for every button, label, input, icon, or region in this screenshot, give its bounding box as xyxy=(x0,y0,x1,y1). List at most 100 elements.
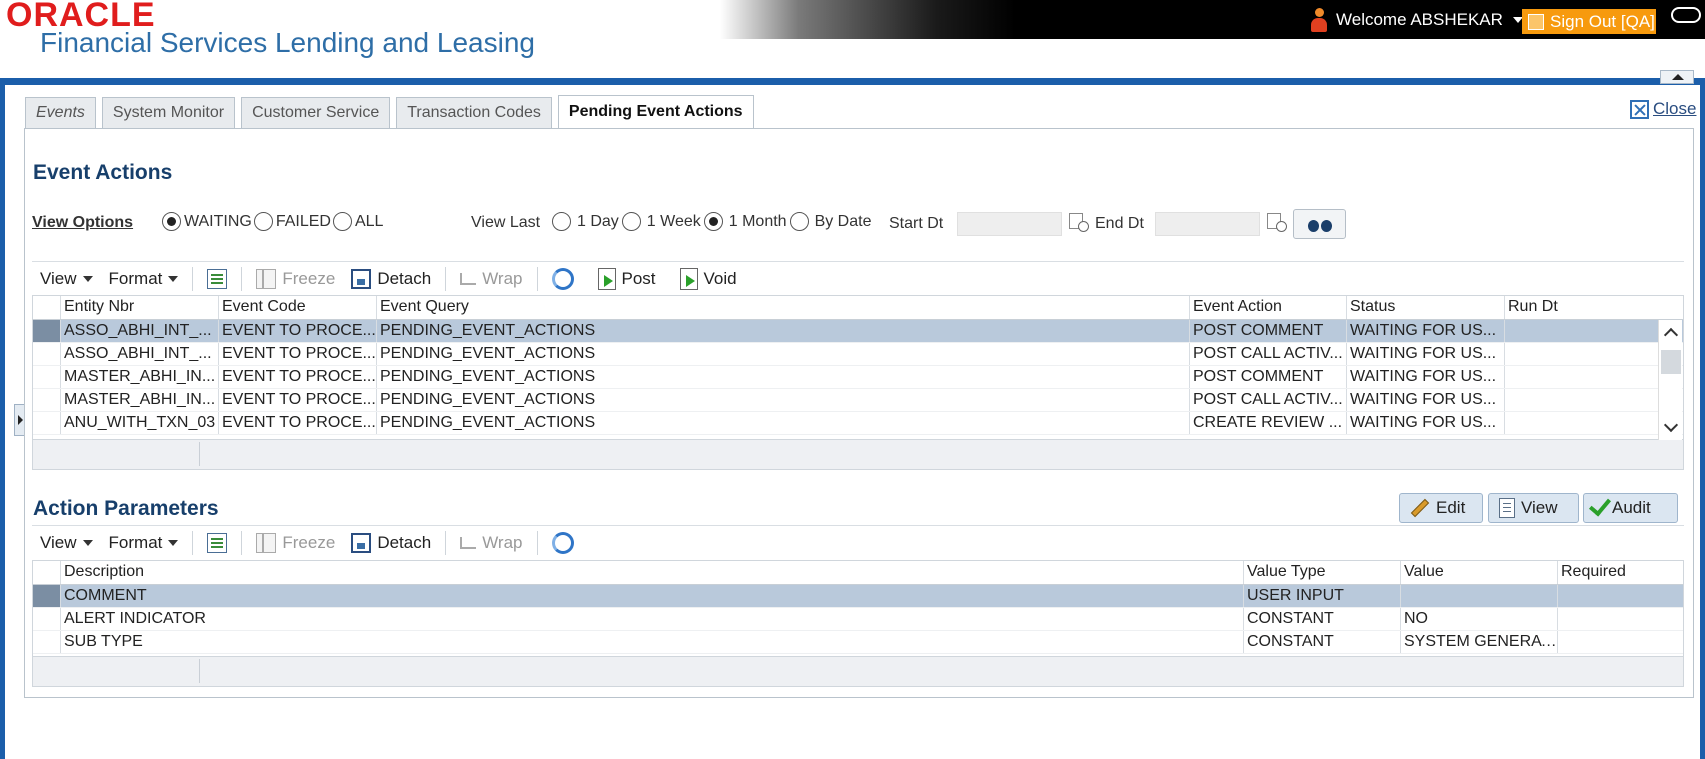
scroll-thumb[interactable] xyxy=(1661,350,1681,374)
radio-by-date[interactable] xyxy=(789,212,809,231)
table-row[interactable]: MASTER_ABHI_IN... EVENT TO PROCE... PEND… xyxy=(33,366,1683,389)
export-button[interactable] xyxy=(199,268,235,289)
row-header[interactable] xyxy=(33,389,61,411)
table-row[interactable]: ASSO_ABHI_INT_... EVENT TO PROCE... PEND… xyxy=(33,343,1683,366)
grid-header: Description Value Type Value Required xyxy=(33,561,1683,585)
detach-label: Detach xyxy=(377,268,432,288)
col-required[interactable]: Required xyxy=(1558,561,1683,584)
end-dt-input[interactable] xyxy=(1155,212,1260,236)
user-menu[interactable]: Welcome ABSHEKAR xyxy=(1310,8,1523,32)
freeze-button[interactable]: Freeze xyxy=(248,532,343,553)
sign-out-icon xyxy=(1528,13,1544,30)
start-dt-input[interactable] xyxy=(957,212,1062,236)
cell-status: WAITING FOR US... xyxy=(1347,412,1505,434)
cell-event-query: PENDING_EVENT_ACTIONS xyxy=(377,320,1190,342)
tab-pending-event-actions[interactable]: Pending Event Actions xyxy=(557,95,754,128)
start-dt-label: Start Dt xyxy=(889,215,944,232)
wrap-button[interactable]: Wrap xyxy=(452,533,530,553)
table-row[interactable]: MASTER_ABHI_IN... EVENT TO PROCE... PEND… xyxy=(33,389,1683,412)
table-row[interactable]: ALERT INDICATOR CONSTANT NO xyxy=(33,608,1683,631)
col-event-query[interactable]: Event Query xyxy=(377,296,1190,319)
scroll-down-icon[interactable] xyxy=(1663,417,1679,433)
post-label: Post xyxy=(621,268,656,288)
col-value[interactable]: Value xyxy=(1401,561,1558,584)
freeze-button[interactable]: Freeze xyxy=(248,268,343,289)
col-status[interactable]: Status xyxy=(1347,296,1505,319)
tab-transaction-codes[interactable]: Transaction Codes xyxy=(396,97,552,128)
view-menu[interactable]: View xyxy=(32,269,101,289)
export-button[interactable] xyxy=(199,532,235,553)
sign-out-button[interactable]: Sign Out [QA] xyxy=(1522,9,1656,34)
table-row[interactable]: COMMENT USER INPUT xyxy=(33,585,1683,608)
wrap-label: Wrap xyxy=(482,268,523,288)
tab-customer-service[interactable]: Customer Service xyxy=(241,97,391,128)
format-menu[interactable]: Format xyxy=(101,533,187,553)
table-row[interactable]: SUB TYPE CONSTANT SYSTEM GENERAT... xyxy=(33,631,1683,654)
detach-button[interactable]: Detach xyxy=(343,268,439,289)
post-icon xyxy=(597,267,616,290)
col-entity-nbr[interactable]: Entity Nbr xyxy=(61,296,219,319)
col-run-dt[interactable]: Run Dt xyxy=(1505,296,1663,319)
sign-out-label: Sign Out [QA] xyxy=(1550,11,1655,31)
detach-button[interactable]: Detach xyxy=(343,532,439,553)
radio-1-day[interactable] xyxy=(552,212,571,231)
chevron-down-icon xyxy=(82,539,93,546)
cell-required xyxy=(1558,608,1683,630)
refresh-button[interactable] xyxy=(544,531,582,554)
cell-event-query: PENDING_EVENT_ACTIONS xyxy=(377,412,1190,434)
end-dt-calendar-icon[interactable] xyxy=(1267,211,1287,233)
view-button[interactable]: View xyxy=(1488,493,1579,523)
row-header[interactable] xyxy=(33,343,61,365)
cell-entity-nbr: MASTER_ABHI_IN... xyxy=(61,366,219,388)
collapse-header-button[interactable] xyxy=(1660,70,1694,84)
format-menu[interactable]: Format xyxy=(101,269,187,289)
tab-events[interactable]: Events xyxy=(25,97,96,128)
tab-system-monitor[interactable]: System Monitor xyxy=(101,97,236,128)
table-row[interactable]: ANU_WITH_TXN_03 EVENT TO PROCE... PENDIN… xyxy=(33,412,1683,435)
cell-entity-nbr: MASTER_ABHI_IN... xyxy=(61,389,219,411)
refresh-button[interactable] xyxy=(544,267,582,290)
header-ring-icon[interactable] xyxy=(1671,7,1701,23)
cell-run-dt xyxy=(1505,412,1663,434)
wrap-button[interactable]: Wrap xyxy=(452,269,530,289)
view-menu[interactable]: View xyxy=(32,533,101,553)
grid-header: Entity Nbr Event Code Event Query Event … xyxy=(33,296,1683,320)
chevron-down-icon xyxy=(168,539,179,546)
scroll-up-icon[interactable] xyxy=(1663,327,1679,343)
radio-waiting[interactable] xyxy=(162,212,181,231)
table-row[interactable]: ASSO_ABHI_INT_... EVENT TO PROCE... PEND… xyxy=(33,320,1683,343)
row-header[interactable] xyxy=(33,631,61,653)
cell-required xyxy=(1558,585,1683,607)
audit-button[interactable]: Audit xyxy=(1583,493,1678,523)
row-header[interactable] xyxy=(33,412,61,434)
col-event-action[interactable]: Event Action xyxy=(1190,296,1347,319)
cell-run-dt xyxy=(1505,389,1663,411)
action-parameters-grid: Description Value Type Value Required CO… xyxy=(32,560,1684,657)
radio-1-month[interactable] xyxy=(703,212,723,231)
void-button[interactable]: Void xyxy=(672,267,745,290)
view-options-link[interactable]: View Options xyxy=(32,214,133,232)
event-actions-scrollbar[interactable] xyxy=(1658,320,1682,440)
radio-all[interactable] xyxy=(332,212,352,231)
cell-event-code: EVENT TO PROCE... xyxy=(219,320,377,342)
row-header[interactable] xyxy=(33,608,61,630)
col-value-type[interactable]: Value Type xyxy=(1244,561,1401,584)
search-button[interactable] xyxy=(1293,209,1346,239)
row-header[interactable] xyxy=(33,585,61,607)
view-menu-label: View xyxy=(40,532,77,552)
close-button[interactable]: Close xyxy=(1630,99,1696,119)
col-description[interactable]: Description xyxy=(61,561,1244,584)
export-icon xyxy=(207,532,228,553)
cell-run-dt xyxy=(1505,343,1663,365)
edit-button[interactable]: Edit xyxy=(1399,493,1483,523)
tab-bar: Events System Monitor Customer Service T… xyxy=(25,95,754,128)
radio-failed[interactable] xyxy=(253,212,273,231)
row-header[interactable] xyxy=(33,320,61,342)
post-button[interactable]: Post xyxy=(590,267,664,290)
start-dt-calendar-icon[interactable] xyxy=(1069,211,1089,233)
col-event-code[interactable]: Event Code xyxy=(219,296,377,319)
radio-1-week[interactable] xyxy=(621,212,641,231)
cell-entity-nbr: ANU_WITH_TXN_03 xyxy=(61,412,219,434)
cell-event-action: POST CALL ACTIV... xyxy=(1190,343,1347,365)
row-header[interactable] xyxy=(33,366,61,388)
